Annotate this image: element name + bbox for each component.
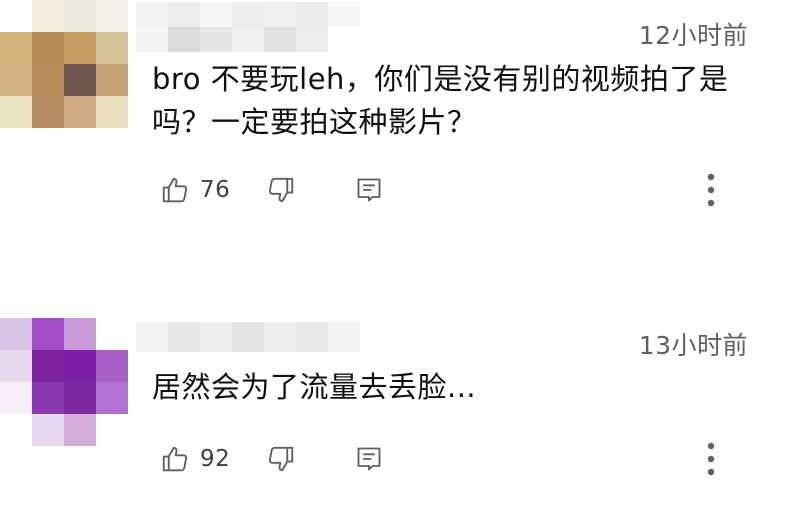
more-vertical-icon: [706, 172, 716, 208]
avatar-pixel: [96, 64, 128, 96]
comment-actions: 76: [160, 170, 780, 210]
comment-timestamp: 12小时前: [638, 21, 748, 50]
avatar-pixel: [0, 32, 32, 64]
avatar-pixel: [32, 350, 64, 382]
avatar-pixel: [64, 382, 96, 414]
reply-button[interactable]: [355, 170, 383, 210]
dislike-button[interactable]: [266, 170, 296, 210]
thumb-up-icon: [160, 175, 190, 205]
avatar-pixel: [64, 0, 96, 32]
thumb-down-icon: [266, 444, 296, 474]
avatar-pixel: [32, 382, 64, 414]
like-count: 92: [200, 446, 231, 472]
username-redacted: [136, 2, 360, 52]
avatar-pixel: [96, 0, 128, 32]
comment: 12小时前 bro 不要玩leh，你们是没有别的视频拍了是吗？一定要拍这种影片？…: [0, 0, 800, 260]
thumb-down-icon: [266, 175, 296, 205]
avatar-pixel: [96, 350, 128, 382]
comment-text: 居然会为了流量去丢脸...: [152, 370, 477, 404]
avatar-pixel: [32, 32, 64, 64]
avatar-pixel: [96, 414, 128, 446]
comment-actions: 92: [160, 439, 780, 479]
reply-button[interactable]: [355, 439, 383, 479]
avatar-pixel: [0, 64, 32, 96]
avatar-pixel: [0, 0, 32, 32]
avatar-pixel: [64, 64, 96, 96]
avatar[interactable]: [0, 0, 128, 128]
avatar-pixel: [96, 318, 128, 350]
avatar-pixel: [64, 350, 96, 382]
avatar[interactable]: [0, 318, 128, 446]
reply-icon: [355, 175, 383, 205]
avatar-pixel: [64, 414, 96, 446]
username-redacted: [136, 322, 360, 352]
comment-text: bro 不要玩leh，你们是没有别的视频拍了是吗？一定要拍这种影片？: [152, 62, 729, 139]
like-button[interactable]: 76: [160, 170, 230, 210]
avatar-pixel: [0, 382, 32, 414]
avatar-pixel: [32, 318, 64, 350]
comment: 13小时前 居然会为了流量去丢脸... 92: [0, 318, 800, 527]
avatar-pixel: [96, 382, 128, 414]
like-count: 76: [200, 177, 231, 203]
avatar-pixel: [64, 318, 96, 350]
avatar-pixel: [96, 96, 128, 128]
avatar-pixel: [32, 96, 64, 128]
like-button[interactable]: 92: [160, 439, 230, 479]
avatar-pixel: [0, 96, 32, 128]
dislike-button[interactable]: [266, 439, 296, 479]
comment-timestamp: 13小时前: [638, 331, 748, 360]
avatar-pixel: [64, 32, 96, 64]
avatar-pixel: [32, 414, 64, 446]
more-options-button[interactable]: [698, 170, 724, 210]
more-options-button[interactable]: [698, 439, 724, 479]
avatar-pixel: [0, 318, 32, 350]
reply-icon: [355, 444, 383, 474]
more-vertical-icon: [706, 441, 716, 477]
thumb-up-icon: [160, 444, 190, 474]
avatar-pixel: [64, 96, 96, 128]
avatar-pixel: [32, 0, 64, 32]
avatar-pixel: [0, 350, 32, 382]
avatar-pixel: [0, 414, 32, 446]
avatar-pixel: [96, 32, 128, 64]
avatar-pixel: [32, 64, 64, 96]
